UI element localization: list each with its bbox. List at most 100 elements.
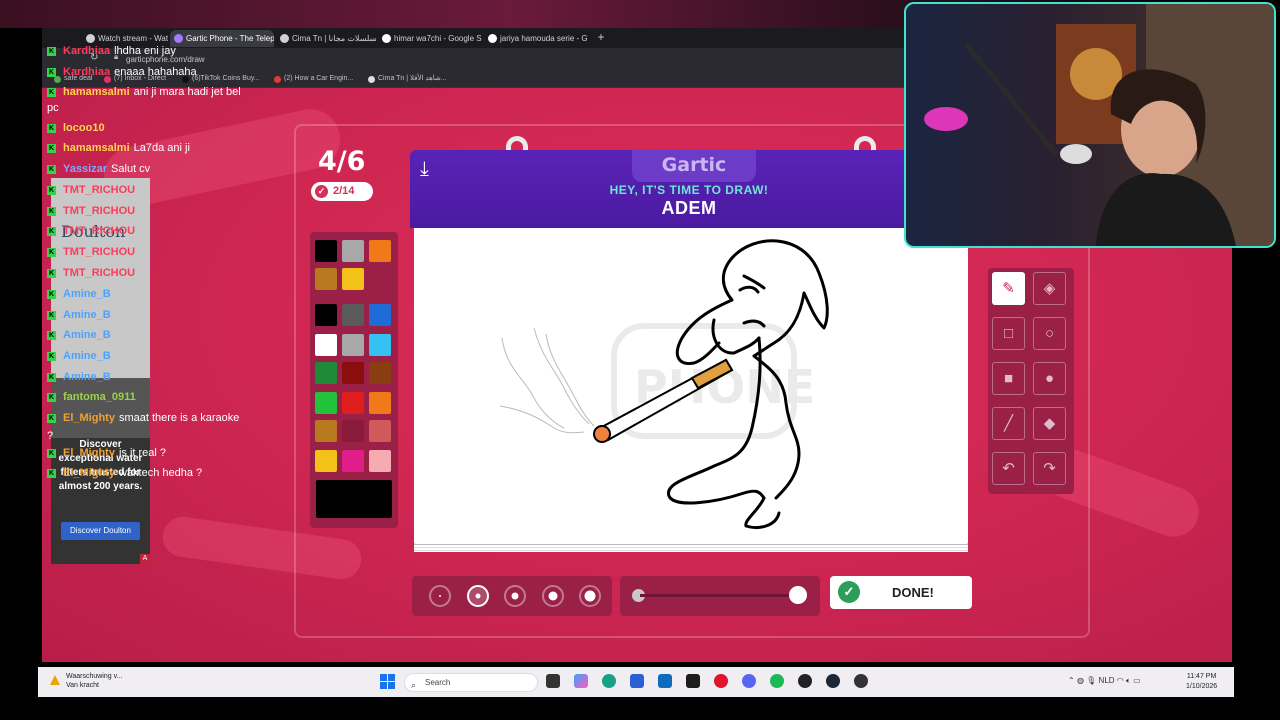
color-swatch[interactable] bbox=[369, 450, 391, 472]
kick-badge-icon: K bbox=[47, 67, 56, 77]
rect-outline-tool-icon[interactable]: □ bbox=[992, 317, 1025, 350]
brush-size-option[interactable] bbox=[429, 585, 451, 607]
chat-message: K TMT_RICHOU bbox=[47, 204, 139, 218]
circle-fill-tool-icon[interactable]: ● bbox=[1033, 362, 1066, 395]
tab-google-search-1[interactable]: himar wa7chi - Google Se bbox=[378, 30, 482, 47]
color-swatch[interactable] bbox=[315, 450, 337, 472]
color-swatch[interactable] bbox=[369, 334, 391, 356]
chat-username[interactable]: El_Mighty bbox=[63, 447, 115, 459]
color-swatch[interactable] bbox=[369, 240, 391, 262]
chat-username[interactable]: Amine_B bbox=[63, 371, 111, 383]
discord-icon[interactable] bbox=[742, 674, 756, 688]
brush-size-option[interactable] bbox=[504, 585, 526, 607]
edge-icon[interactable] bbox=[602, 674, 616, 688]
chat-username[interactable]: El_Mighty bbox=[63, 412, 115, 424]
color-swatch[interactable] bbox=[369, 304, 391, 326]
color-swatch[interactable] bbox=[315, 420, 337, 442]
store-icon[interactable] bbox=[630, 674, 644, 688]
start-button[interactable] bbox=[380, 674, 395, 689]
brush-size-option[interactable] bbox=[579, 585, 601, 607]
color-swatch[interactable] bbox=[315, 362, 337, 384]
brush-size-option[interactable] bbox=[466, 585, 489, 607]
media-player-icon[interactable] bbox=[854, 674, 868, 688]
color-swatch[interactable] bbox=[369, 420, 391, 442]
undo-tool-icon[interactable]: ↶ bbox=[992, 452, 1025, 485]
round-counter: 4/6 bbox=[318, 146, 366, 177]
chevron-up-icon[interactable]: ⌃ bbox=[1068, 676, 1075, 685]
chat-username[interactable]: locoo10 bbox=[63, 122, 105, 134]
chat-username[interactable]: Amine_B bbox=[63, 329, 111, 341]
color-swatch[interactable] bbox=[315, 268, 337, 290]
copilot-icon[interactable] bbox=[574, 674, 588, 688]
color-swatch[interactable] bbox=[342, 362, 364, 384]
chat-username[interactable]: El_Mighty bbox=[63, 467, 115, 479]
chat-username[interactable]: TMT_RICHOU bbox=[63, 205, 135, 217]
bookmark-item[interactable]: (2) How a Car Engin... bbox=[274, 73, 353, 85]
chat-username[interactable]: fantoma_0911 bbox=[63, 391, 136, 403]
steam-icon[interactable] bbox=[826, 674, 840, 688]
tab-cimatn[interactable]: Cima Tn | المسلسلات مجانا bbox=[276, 30, 376, 47]
color-swatch[interactable] bbox=[342, 392, 364, 414]
eraser-tool-icon[interactable]: ◈ bbox=[1033, 272, 1066, 305]
new-tab-button[interactable]: + bbox=[594, 30, 608, 44]
speaker-icon[interactable]: 🔈︎ bbox=[1126, 676, 1131, 685]
taskbar-search[interactable]: ⌕ Search bbox=[404, 673, 538, 692]
line-tool-icon[interactable]: ╱ bbox=[992, 407, 1025, 440]
fill-bucket-tool-icon[interactable]: ◆ bbox=[1033, 407, 1066, 440]
chat-username[interactable]: TMT_RICHOU bbox=[63, 184, 135, 196]
chat-message: K Kardhiaa lhdha eni jay bbox=[47, 44, 176, 58]
color-swatch[interactable] bbox=[342, 268, 364, 290]
chat-username[interactable]: hamamsalmi bbox=[63, 86, 130, 98]
network-icon[interactable]: ◍ bbox=[1077, 676, 1084, 685]
weather-warning-widget[interactable]: Waarschuwing v... Van kracht bbox=[50, 672, 122, 690]
circle-outline-tool-icon[interactable]: ○ bbox=[1033, 317, 1066, 350]
download-icon[interactable]: ⤓ bbox=[420, 158, 442, 180]
rect-fill-tool-icon[interactable]: ■ bbox=[992, 362, 1025, 395]
color-swatch[interactable] bbox=[342, 304, 364, 326]
chat-username[interactable]: Kardhiaa bbox=[63, 45, 110, 57]
color-swatch[interactable] bbox=[315, 334, 337, 356]
color-swatch[interactable] bbox=[342, 240, 364, 262]
opacity-knob[interactable] bbox=[789, 586, 807, 604]
drawing: PHONE bbox=[499, 239, 829, 529]
outlook-icon[interactable] bbox=[658, 674, 672, 688]
chat-message: K TMT_RICHOU bbox=[47, 224, 139, 238]
battery-icon[interactable]: ▭ bbox=[1133, 676, 1141, 685]
spotify-icon[interactable] bbox=[770, 674, 784, 688]
wifi-icon[interactable]: ◠ bbox=[1117, 676, 1124, 685]
tab-google-search-2[interactable]: jariya hamouda serie - Go bbox=[484, 30, 588, 47]
redo-tool-icon[interactable]: ↷ bbox=[1033, 452, 1066, 485]
task-view-icon[interactable] bbox=[546, 674, 560, 688]
color-swatch[interactable] bbox=[369, 392, 391, 414]
opera-icon[interactable] bbox=[714, 674, 728, 688]
chat-username[interactable]: hamamsalmi bbox=[63, 142, 130, 154]
chat-username[interactable]: TMT_RICHOU bbox=[63, 267, 135, 279]
color-swatch[interactable] bbox=[342, 420, 364, 442]
chat-username[interactable]: Amine_B bbox=[63, 288, 111, 300]
chat-message: K El_Mighty is it real ? bbox=[47, 446, 166, 460]
language-indicator[interactable]: NLD bbox=[1099, 676, 1115, 685]
mic-icon[interactable]: 🎙︎ bbox=[1086, 676, 1096, 685]
clock[interactable]: 11:47 PM 1/10/2026 bbox=[1186, 672, 1217, 692]
pencil-tool-icon[interactable]: ✎ bbox=[992, 272, 1025, 305]
terminal-icon[interactable] bbox=[686, 674, 700, 688]
chat-username[interactable]: Amine_B bbox=[63, 350, 111, 362]
color-swatch[interactable] bbox=[315, 240, 337, 262]
chat-username[interactable]: TMT_RICHOU bbox=[63, 246, 135, 258]
bookmark-item[interactable]: Cima Tn | شاهد الأفلا... bbox=[368, 73, 447, 85]
chat-username[interactable]: TMT_RICHOU bbox=[63, 225, 135, 237]
obs-icon[interactable] bbox=[798, 674, 812, 688]
system-tray[interactable]: ⌃ ◍ 🎙︎ NLD ◠ 🔈︎ ▭ bbox=[1068, 676, 1141, 686]
chat-username[interactable]: Amine_B bbox=[63, 309, 111, 321]
color-swatch[interactable] bbox=[342, 334, 364, 356]
done-button[interactable]: ✓ DONE! bbox=[830, 576, 972, 609]
chat-username[interactable]: Yassizar bbox=[63, 163, 107, 175]
brush-size-option[interactable] bbox=[541, 585, 564, 607]
opacity-slider[interactable] bbox=[620, 576, 820, 616]
color-swatch[interactable] bbox=[315, 304, 337, 326]
chat-username[interactable]: Kardhiaa bbox=[63, 66, 110, 78]
color-swatch[interactable] bbox=[342, 450, 364, 472]
color-swatch[interactable] bbox=[369, 362, 391, 384]
color-swatch[interactable] bbox=[315, 392, 337, 414]
drawing-canvas[interactable]: PHONE bbox=[414, 228, 968, 546]
